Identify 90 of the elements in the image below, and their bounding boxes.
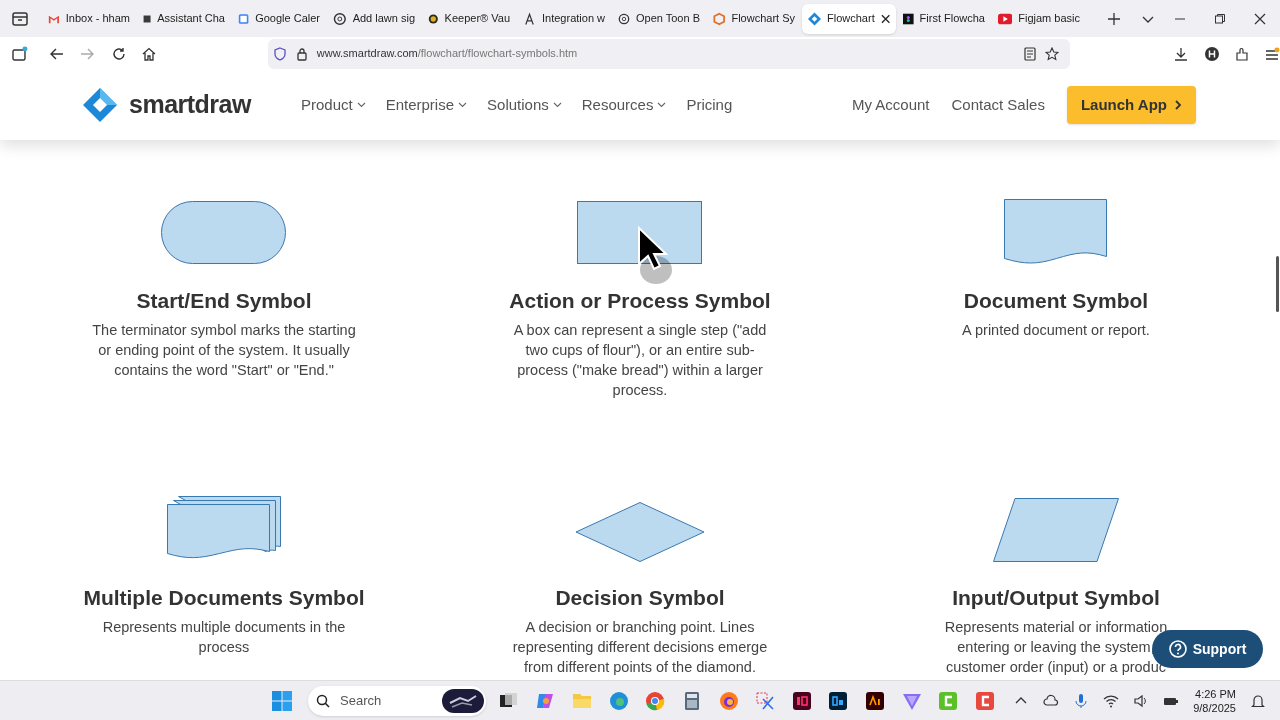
shield-icon[interactable] xyxy=(272,46,287,61)
site-icon xyxy=(618,11,630,26)
puzzle-icon[interactable] xyxy=(1234,45,1251,62)
description-line: entering or leaving the system, xyxy=(957,638,1155,657)
address-bar[interactable]: www.smartdraw.com/flowchart/flowchart-symbols.htm xyxy=(267,38,1071,69)
description-line: The terminator symbol marks the starting xyxy=(92,321,356,340)
star-icon[interactable] xyxy=(1045,46,1060,61)
reader-icon[interactable] xyxy=(1023,46,1038,61)
launch-app-button[interactable]: Launch App xyxy=(1066,86,1196,124)
illustrator-icon[interactable] xyxy=(863,689,886,712)
symbol-title: Input/Output Symbol xyxy=(951,587,1161,609)
logo-text[interactable]: smartdraw xyxy=(129,86,251,124)
caret-icon xyxy=(552,102,562,108)
browser-tab[interactable]: First Flowcha xyxy=(897,3,991,34)
browser-tab[interactable]: Assistant Cha xyxy=(137,3,231,34)
nav-link[interactable]: Pricing xyxy=(686,93,733,117)
help-icon xyxy=(1168,640,1187,658)
reload-icon[interactable] xyxy=(111,46,126,61)
search-icon xyxy=(316,693,330,708)
close-icon[interactable] xyxy=(880,13,890,24)
cloud-icon[interactable] xyxy=(1043,692,1060,709)
taskbar-search-field[interactable]: Search xyxy=(308,685,486,716)
search-highlight-icon xyxy=(442,688,484,713)
nav-link[interactable]: Product xyxy=(300,93,366,117)
caret-icon xyxy=(458,102,468,108)
description-line: or ending point of the system. It usually xyxy=(98,341,350,360)
description-line: contains the word "Start" or "End." xyxy=(114,361,334,380)
site-icon xyxy=(808,11,821,26)
site-icon xyxy=(238,11,250,26)
description-line: from different points of the diamond. xyxy=(524,658,756,677)
nav-link[interactable]: Contact Sales xyxy=(951,93,1045,117)
description-line: representing different decisions emerge xyxy=(512,638,768,657)
browser-tab[interactable]: Open Toon B xyxy=(612,3,706,34)
browser-tab[interactable]: Add lawn sig xyxy=(327,3,421,34)
symbol-title: Document Symbol xyxy=(962,290,1150,312)
profile-icon[interactable] xyxy=(1204,45,1221,62)
back-icon[interactable] xyxy=(49,46,64,61)
browser-tab[interactable]: Google Caler xyxy=(232,3,326,34)
site-icon xyxy=(428,11,439,26)
restore-icon[interactable] xyxy=(1214,12,1226,25)
nav-link[interactable]: Resources xyxy=(581,93,667,117)
browser-tab[interactable]: Flowchart xyxy=(802,3,896,34)
indesign-icon[interactable] xyxy=(790,689,813,712)
windows-start-icon[interactable] xyxy=(272,690,292,711)
site-icon xyxy=(713,11,726,26)
description-line: A decision or branching point. Lines xyxy=(525,618,755,637)
new-tab-icon[interactable] xyxy=(1107,11,1121,26)
browser-tab[interactable]: Keeper® Vau xyxy=(422,3,516,34)
site-icon xyxy=(333,11,347,26)
site-icon xyxy=(523,11,536,26)
symbol-title: Action or Process Symbol xyxy=(508,290,772,312)
browser-tab[interactable]: Flowchart Sy xyxy=(707,3,801,34)
download-icon[interactable] xyxy=(1174,46,1189,61)
notification-bell-icon[interactable] xyxy=(1250,692,1266,709)
lock-icon xyxy=(294,46,309,61)
logo-icon[interactable] xyxy=(83,88,117,122)
chrome-icon[interactable] xyxy=(644,689,667,712)
edge-icon[interactable] xyxy=(607,689,630,712)
description-line: process ("make bread") within a larger xyxy=(517,361,763,380)
description-line: A box can represent a single step ("add xyxy=(513,321,767,340)
description-line: two cups of flour"), or an entire sub- xyxy=(525,341,755,360)
home-icon[interactable] xyxy=(141,46,156,61)
symbol-title: Start/End Symbol xyxy=(135,290,313,312)
caret-icon xyxy=(356,102,366,108)
sidebar-icon[interactable] xyxy=(12,45,28,62)
description-line: A printed document or report. xyxy=(962,321,1150,340)
description-line: process. xyxy=(612,381,668,400)
site-icon xyxy=(903,11,914,26)
photoshop-icon[interactable] xyxy=(827,689,850,712)
description-line: Represents multiple documents in the xyxy=(102,618,346,637)
chevron-right-icon xyxy=(1175,100,1182,110)
clock-date[interactable]: 9/8/2025 xyxy=(1193,700,1236,715)
browser-tab[interactable]: Integration w xyxy=(517,3,611,34)
site-icon xyxy=(998,12,1013,25)
c-letter-app-icon[interactable] xyxy=(973,689,996,712)
nav-link[interactable]: My Account xyxy=(851,93,930,117)
browser-tab[interactable]: Figjam basic xyxy=(992,3,1086,34)
microphone-icon[interactable] xyxy=(1073,692,1090,709)
description-line: process xyxy=(198,638,250,657)
browser-tab[interactable]: Inbox - hham xyxy=(42,3,136,34)
symbol-title: Multiple Documents Symbol xyxy=(82,587,366,609)
close-icon[interactable] xyxy=(1254,12,1266,25)
caret-icon xyxy=(657,102,667,108)
menu-icon[interactable] xyxy=(1264,45,1280,62)
clock-time[interactable]: 4:26 PM xyxy=(1195,686,1236,701)
symbol-title: Decision Symbol xyxy=(554,587,726,609)
firefox-icon[interactable] xyxy=(717,689,740,712)
nav-link[interactable]: Enterprise xyxy=(385,93,468,117)
url-text: www.smartdraw.com/flowchart/flowchart-symbols.htm xyxy=(316,46,578,62)
nav-link[interactable]: Solutions xyxy=(487,93,562,117)
